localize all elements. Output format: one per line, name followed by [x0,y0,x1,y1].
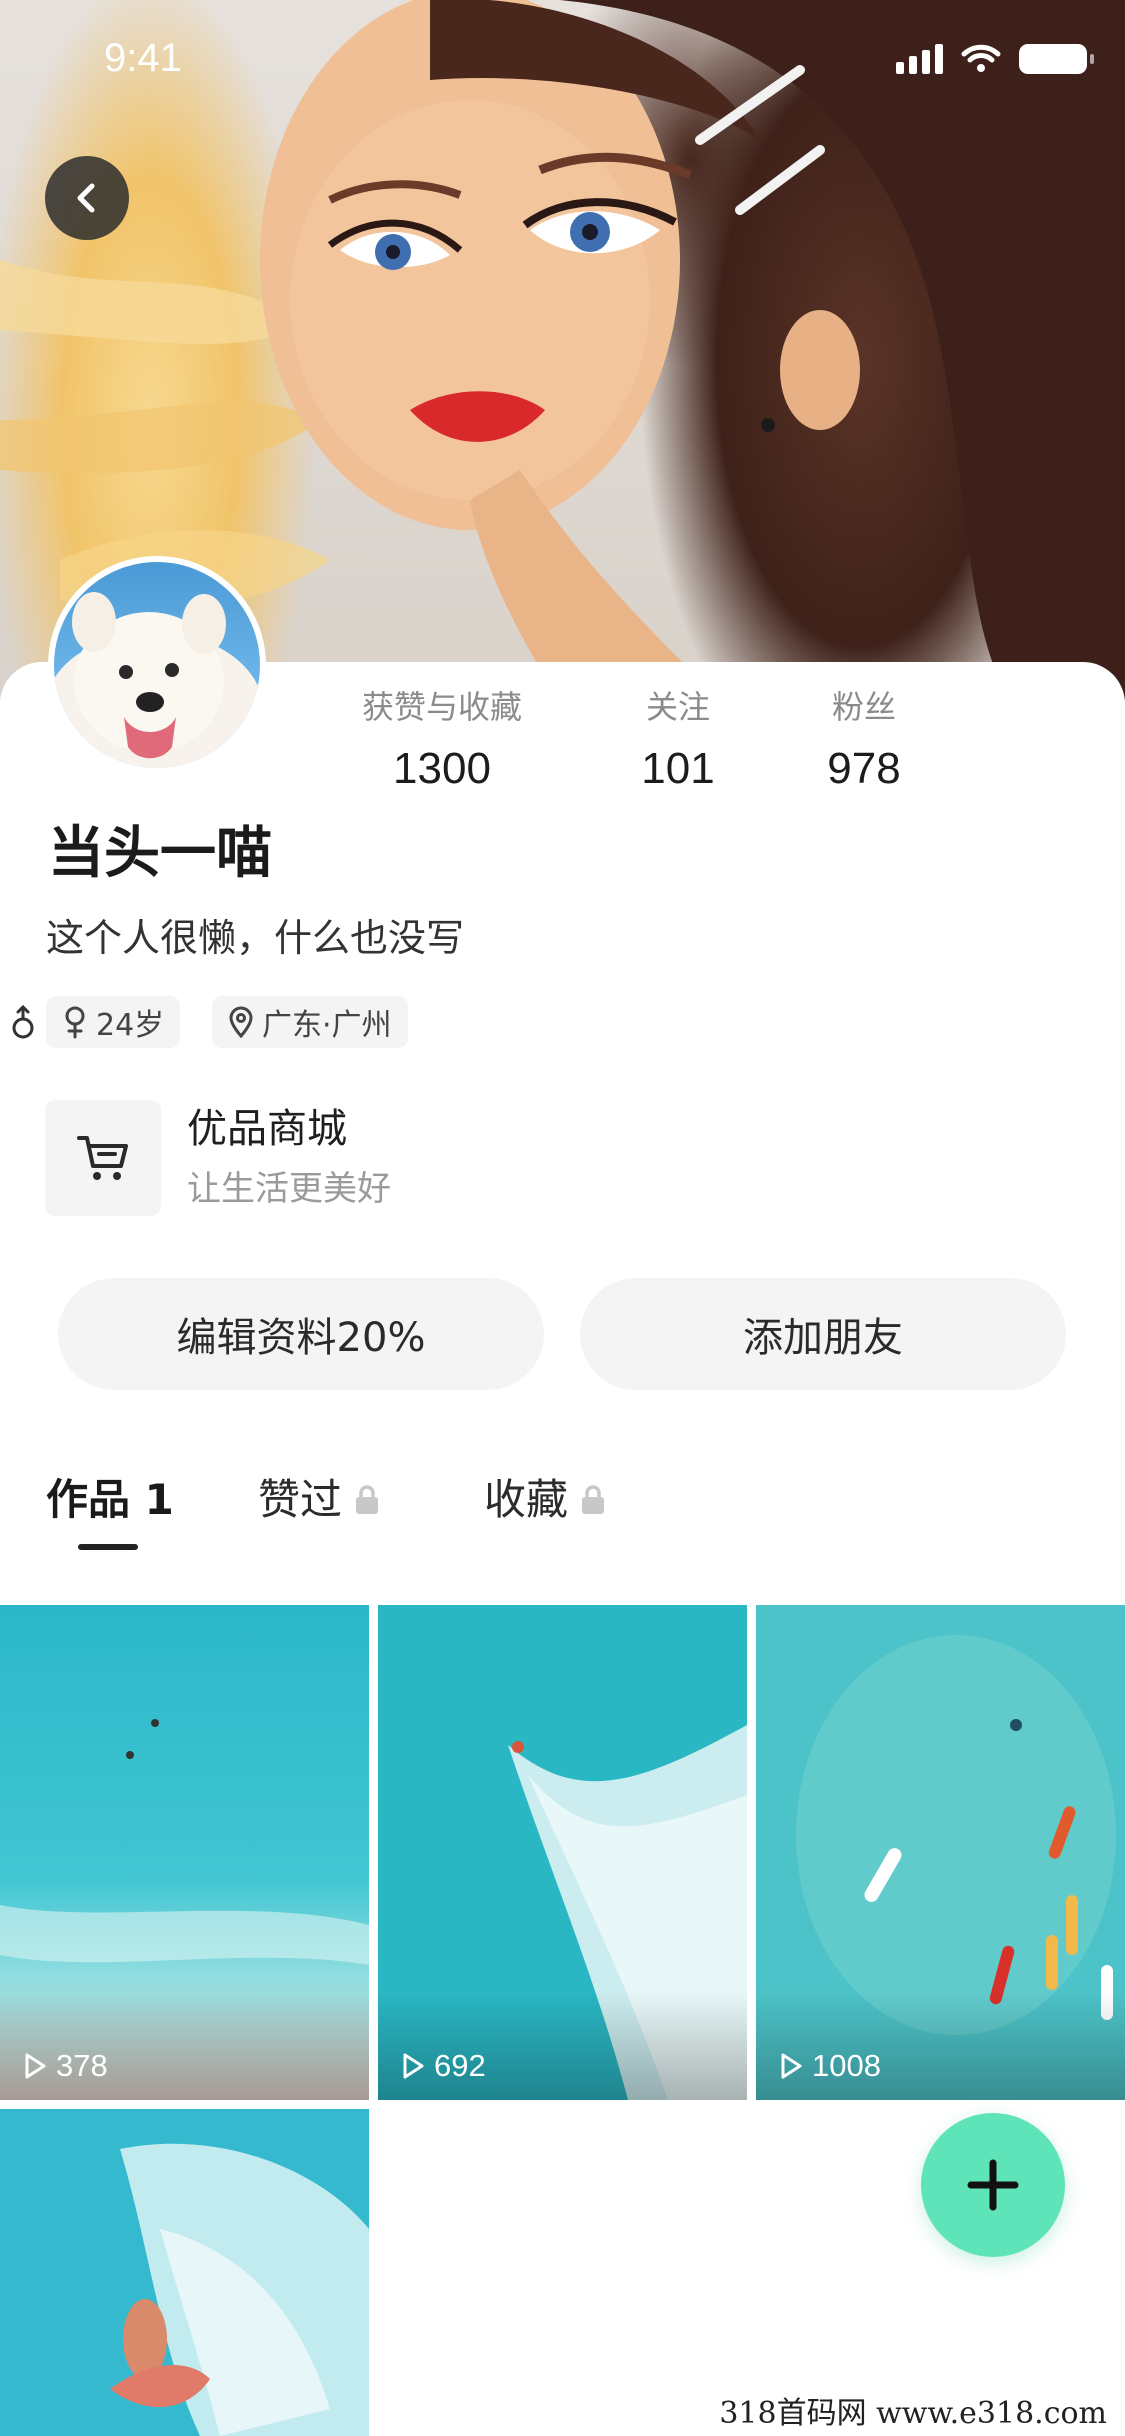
post-tile[interactable]: 1008 [756,1605,1125,2100]
location-pin-icon [229,1006,253,1038]
female-icon [65,1006,85,1039]
play-icon [25,2053,46,2079]
post-tile[interactable]: 692 [378,1605,747,2100]
play-count: 692 [400,2048,486,2084]
signal-icon [896,44,943,74]
stats-row: 获赞与收藏 1300 关注 101 粉丝 978 [0,685,1125,805]
play-count-value: 1008 [812,2048,881,2083]
stat-value: 1300 [393,744,491,793]
profile-screen: 9:41 获赞与收藏 1300 关注 101 粉丝 978 当头一喵 这个人很懒… [0,0,1125,2436]
stat-label: 获赞与收藏 [361,688,522,726]
lock-icon [356,1485,379,1514]
stat-followers[interactable]: 粉丝 978 [744,685,984,797]
plus-icon [967,2159,1019,2211]
location-tag: 广东·广州 [212,996,408,1048]
post-tile[interactable]: 378 [0,1605,369,2100]
back-button[interactable] [45,156,129,240]
cart-icon [77,1136,128,1180]
status-time: 9:41 [104,36,182,80]
bio: 这个人很懒，什么也没写 [46,916,465,960]
status-icons [896,44,1094,74]
battery-icon [1019,44,1094,74]
add-friend-button[interactable]: 添加朋友 [580,1278,1066,1390]
watermark: 318首码网 www.e318.com [713,2388,1113,2432]
wifi-icon [961,44,1001,72]
shop-title: 优品商城 [187,1106,347,1152]
play-icon [781,2053,802,2079]
play-count: 378 [22,2048,108,2084]
location-text: 广东·广州 [262,1008,392,1043]
stat-label: 粉丝 [831,688,896,726]
play-count-value: 692 [434,2048,486,2083]
gender-icon [12,1004,34,1039]
tab-favorites[interactable]: 收藏 [484,1470,606,1530]
chevron-left-icon [77,183,95,213]
tab-liked[interactable]: 赞过 [258,1470,380,1530]
tab-label: 收藏 [484,1475,569,1524]
create-post-button[interactable] [921,2113,1065,2257]
stat-likes[interactable]: 获赞与收藏 1300 [322,685,562,797]
lock-icon [582,1485,605,1514]
age-text: 24岁 [96,1008,165,1043]
play-count: 1008 [778,2048,881,2084]
play-count-value: 378 [56,2048,108,2083]
tab-label: 作品 1 [46,1475,174,1524]
play-icon [403,2053,424,2079]
tab-label: 赞过 [258,1475,343,1524]
content-tabs: 作品 1 赞过 收藏 [0,1470,1125,1560]
post-tile[interactable] [0,2109,369,2436]
post-thumbnail [0,2109,369,2436]
edit-profile-button[interactable]: 编辑资料20% [58,1278,544,1390]
tab-works[interactable]: 作品 1 [46,1470,174,1530]
shop-entry[interactable]: 优品商城 让生活更美好 [45,1100,645,1216]
stat-value: 978 [827,744,901,793]
shop-subtitle: 让生活更美好 [187,1169,391,1209]
username: 当头一喵 [48,821,272,886]
active-tab-indicator [78,1544,138,1550]
age-tag: 24岁 [46,996,181,1048]
shop-icon-box [45,1100,161,1216]
